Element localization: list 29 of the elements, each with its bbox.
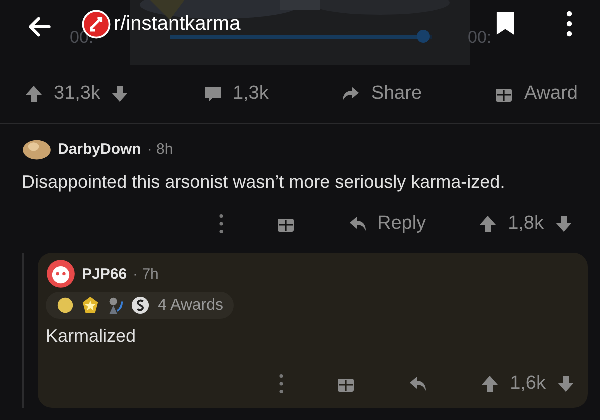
- username[interactable]: PJP66: [82, 266, 128, 282]
- reply-button[interactable]: Reply: [348, 213, 426, 235]
- star-award-icon: [81, 296, 100, 315]
- upvote-icon[interactable]: [24, 84, 44, 104]
- comment-text: Disappointed this arsonist wasn’t more seriously karma-ized.: [22, 172, 506, 193]
- upvote-icon[interactable]: [480, 374, 500, 394]
- avatar-icon: [46, 259, 76, 289]
- award-button[interactable]: Award: [494, 83, 578, 105]
- downvote-icon[interactable]: [110, 84, 130, 104]
- more-icon[interactable]: [566, 11, 573, 37]
- subreddit-name[interactable]: r/instantkarma: [114, 13, 241, 36]
- comment-icon[interactable]: [202, 84, 223, 104]
- vote-count: 1,6k: [510, 373, 546, 395]
- vote-count: 31,3k: [54, 83, 100, 105]
- vote-count: 1,8k: [508, 213, 544, 235]
- share-button[interactable]: Share: [341, 83, 422, 105]
- downvote-icon[interactable]: [556, 374, 576, 394]
- comment-age: · 8h: [147, 140, 174, 158]
- comment-text: Karmalized: [46, 326, 138, 347]
- username[interactable]: DarbyDown: [58, 140, 142, 158]
- downvote-icon[interactable]: [554, 214, 574, 234]
- sun-award-icon: [56, 296, 75, 315]
- comment-count: 1,3k: [232, 83, 269, 105]
- awards-pill[interactable]: 4 Awards: [46, 292, 234, 319]
- bookmark-icon[interactable]: [496, 11, 515, 36]
- upvote-icon[interactable]: [478, 214, 498, 234]
- coin-award-icon: [131, 296, 150, 315]
- video-time: 00:: [468, 28, 492, 48]
- comment-age: · 7h: [133, 266, 159, 282]
